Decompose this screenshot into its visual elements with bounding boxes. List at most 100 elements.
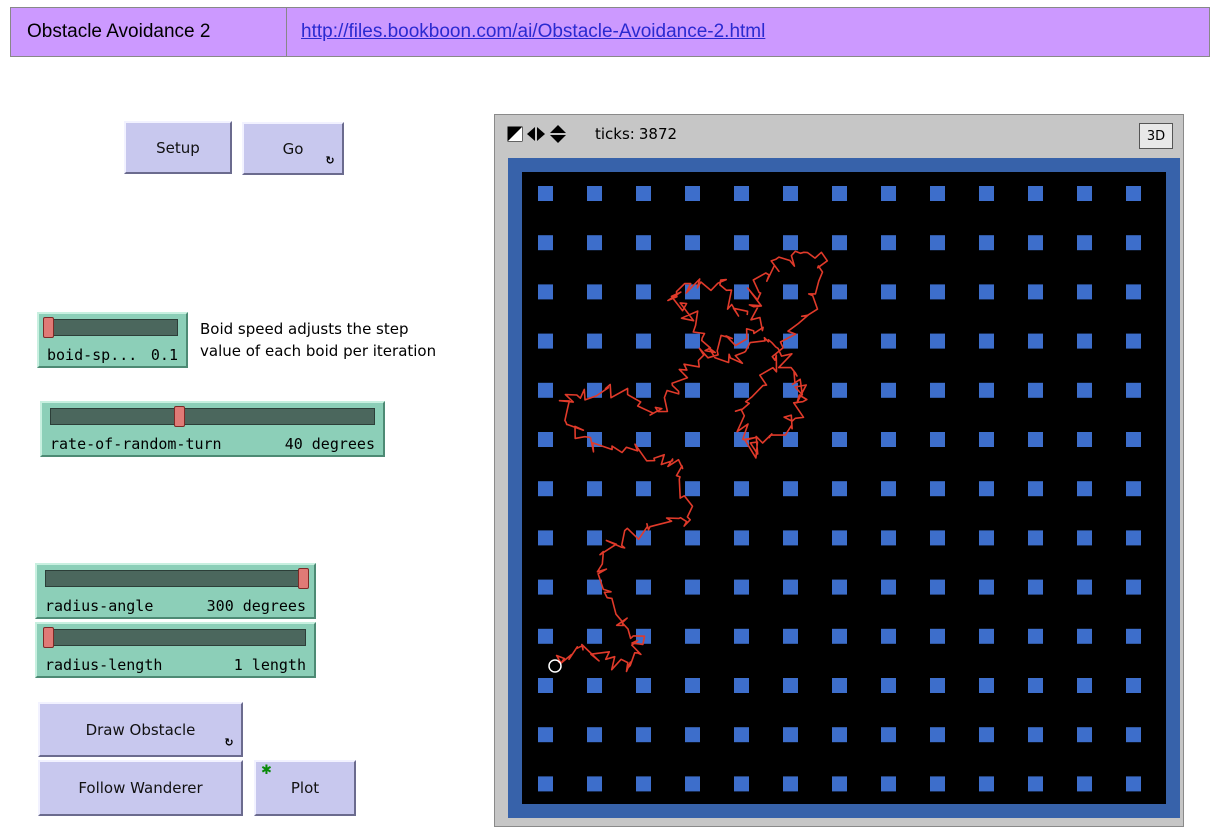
obstacle-patch xyxy=(832,235,847,251)
obstacle-patch xyxy=(636,727,651,743)
ticks-value: 3872 xyxy=(638,125,678,143)
obstacle-patch xyxy=(783,382,798,398)
obstacle-patch xyxy=(783,579,798,595)
obstacle-patch xyxy=(881,727,896,743)
obstacle-patch xyxy=(783,186,798,201)
obstacle-patch xyxy=(538,235,553,251)
obstacle-patch xyxy=(1126,333,1141,349)
draw-obstacle-button[interactable]: Draw Obstacle ↻ xyxy=(38,702,243,757)
obstacle-patch xyxy=(734,727,749,743)
slider-track[interactable] xyxy=(45,570,306,587)
slider-value: 40 degrees xyxy=(284,435,375,453)
obstacle-patch xyxy=(832,432,847,447)
obstacle-patch xyxy=(930,333,945,349)
obstacle-patch xyxy=(1077,481,1092,497)
world-border xyxy=(508,158,1180,818)
obstacle-patch xyxy=(832,678,847,693)
radius-length-slider[interactable]: radius-length 1 length xyxy=(35,622,316,678)
obstacle-patch xyxy=(881,333,896,349)
obstacle-patch xyxy=(1077,284,1092,300)
obstacle-patch xyxy=(783,628,798,644)
obstacle-patch xyxy=(832,284,847,300)
obstacle-patch xyxy=(636,481,651,497)
obstacle-patch xyxy=(1077,579,1092,595)
world-drawing xyxy=(538,186,1141,792)
boid-speed-note: Boid speed adjusts the step value of eac… xyxy=(200,318,490,362)
note-line-2: value of each boid per iteration xyxy=(200,342,437,360)
obstacle-patch xyxy=(979,382,994,398)
boid-agent xyxy=(548,659,562,673)
slider-thumb[interactable] xyxy=(43,317,54,338)
radius-angle-slider[interactable]: radius-angle 300 degrees xyxy=(35,563,316,619)
obstacle-patch xyxy=(881,530,896,546)
setup-button[interactable]: Setup xyxy=(124,121,232,174)
slider-value: 0.1 xyxy=(150,346,178,364)
obstacle-patch xyxy=(587,776,602,792)
obstacle-patch xyxy=(587,579,602,595)
slider-label: radius-length 1 length xyxy=(45,656,306,674)
obstacle-patch xyxy=(685,727,700,743)
horizontal-wrap-icon[interactable] xyxy=(527,126,545,142)
obstacle-patch xyxy=(587,678,602,693)
obstacle-patch xyxy=(734,284,749,300)
vertical-wrap-icon[interactable] xyxy=(549,125,567,143)
obstacle-patch xyxy=(685,333,700,349)
slider-thumb[interactable] xyxy=(174,406,185,427)
follow-wanderer-label: Follow Wanderer xyxy=(78,779,203,797)
obstacle-patch xyxy=(930,579,945,595)
obstacle-patch xyxy=(636,333,651,349)
obstacle-patch xyxy=(685,432,700,447)
obstacle-patch xyxy=(636,382,651,398)
model-url-link[interactable]: http://files.bookboon.com/ai/Obstacle-Av… xyxy=(287,21,765,43)
world-canvas[interactable] xyxy=(522,172,1166,804)
obstacle-patch xyxy=(979,186,994,201)
slider-label: rate-of-random-turn 40 degrees xyxy=(50,435,375,453)
follow-wanderer-button[interactable]: Follow Wanderer xyxy=(38,760,243,816)
obstacle-patch xyxy=(832,186,847,201)
obstacle-patch xyxy=(538,530,553,546)
obstacle-patch xyxy=(1077,530,1092,546)
zoom-shape-icon[interactable] xyxy=(507,126,523,142)
obstacle-patch xyxy=(979,678,994,693)
note-line-1: Boid speed adjusts the step xyxy=(200,320,409,338)
slider-track[interactable] xyxy=(45,629,306,646)
boid-speed-slider[interactable]: boid-sp... 0.1 xyxy=(37,312,188,368)
obstacle-patch xyxy=(979,628,994,644)
obstacle-patch xyxy=(685,678,700,693)
rate-of-random-turn-slider[interactable]: rate-of-random-turn 40 degrees xyxy=(40,401,385,457)
obstacle-patch xyxy=(734,579,749,595)
obstacle-patch xyxy=(587,530,602,546)
go-button[interactable]: Go ↻ xyxy=(242,122,344,175)
slider-track[interactable] xyxy=(47,319,178,336)
obstacle-patch xyxy=(587,333,602,349)
obstacle-patch xyxy=(979,530,994,546)
obstacle-patch xyxy=(881,678,896,693)
obstacle-patch xyxy=(636,579,651,595)
obstacle-patch xyxy=(930,776,945,792)
obstacle-patch xyxy=(1126,284,1141,300)
obstacle-patch xyxy=(783,284,798,300)
obstacle-patch xyxy=(587,481,602,497)
obstacle-patch xyxy=(1028,333,1043,349)
slider-thumb[interactable] xyxy=(43,627,54,648)
obstacle-patch xyxy=(832,727,847,743)
obstacle-patch xyxy=(930,727,945,743)
slider-thumb[interactable] xyxy=(298,568,309,589)
obstacle-patch xyxy=(538,481,553,497)
3d-view-button[interactable]: 3D xyxy=(1139,123,1173,149)
view-toolbar: ticks: 3872 3D xyxy=(495,115,1183,153)
obstacle-patch xyxy=(979,776,994,792)
plot-button[interactable]: Plot ✱ xyxy=(254,760,356,816)
obstacle-patch xyxy=(783,235,798,251)
slider-value: 300 degrees xyxy=(206,597,306,615)
obstacle-patch xyxy=(734,628,749,644)
obstacle-patch xyxy=(1028,727,1043,743)
obstacle-patch xyxy=(734,186,749,201)
obstacle-patch xyxy=(1028,481,1043,497)
slider-name: rate-of-random-turn xyxy=(50,435,222,453)
obstacle-patch xyxy=(734,481,749,497)
obstacle-patch xyxy=(1028,432,1043,447)
obstacle-patch xyxy=(783,776,798,792)
obstacle-patch xyxy=(587,382,602,398)
slider-track[interactable] xyxy=(50,408,375,425)
